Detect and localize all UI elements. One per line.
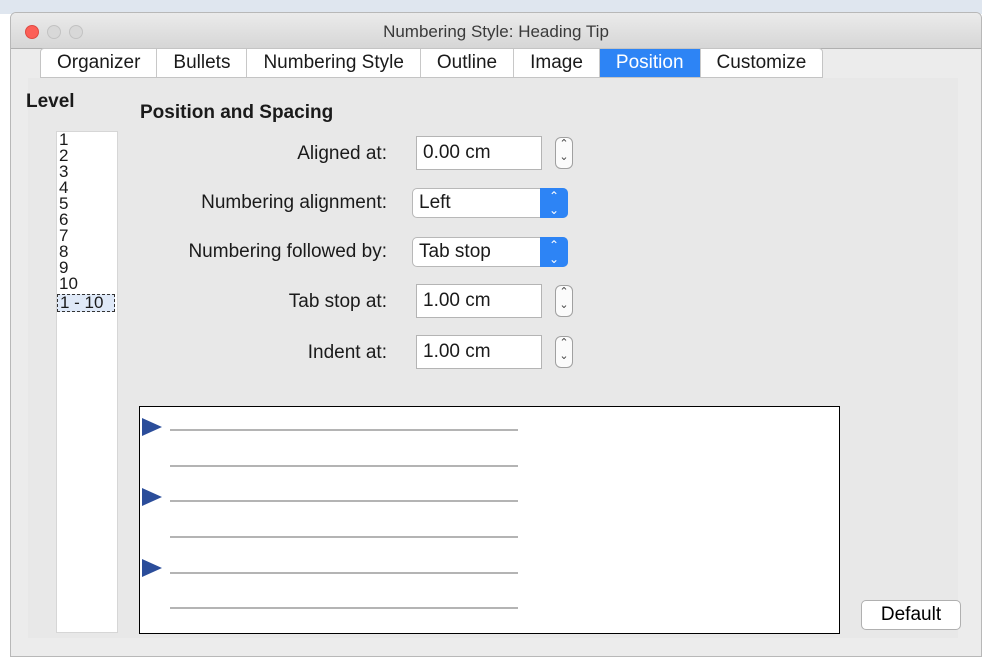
indent-at-stepper[interactable]: ⌃ ⌄ (555, 336, 573, 368)
numbering-alignment-select[interactable]: Left ⌃ ⌄ (412, 188, 568, 218)
level-item-10[interactable]: 10 (57, 275, 117, 292)
tab-bullets[interactable]: Bullets (157, 49, 248, 77)
window-title: Numbering Style: Heading Tip (383, 22, 609, 41)
section-title: Position and Spacing (140, 102, 334, 123)
tab-stop-at-label: Tab stop at: (288, 291, 387, 312)
aligned-at-label: Aligned at: (297, 143, 387, 164)
preview-line (170, 607, 518, 609)
chevron-updown-icon: ⌃ ⌄ (540, 237, 568, 267)
level-item-all[interactable]: 1 - 10 (57, 294, 115, 312)
preview-line (170, 429, 518, 431)
tab-position[interactable]: Position (599, 49, 701, 77)
aligned-at-stepper[interactable]: ⌃ ⌄ (555, 137, 573, 169)
default-button[interactable]: Default (861, 600, 961, 630)
tab-image[interactable]: Image (514, 49, 600, 77)
tab-stop-at-field[interactable]: 1.00 cm (416, 284, 542, 318)
numbering-marker-icon (142, 559, 162, 577)
preview-line (170, 465, 518, 467)
tab-outline[interactable]: Outline (421, 49, 515, 77)
level-list[interactable]: 1 2 3 4 5 6 7 8 9 10 1 - 10 (56, 131, 118, 633)
tab-numbering-style[interactable]: Numbering Style (247, 49, 421, 77)
indent-at-label: Indent at: (307, 342, 387, 363)
numbering-alignment-label: Numbering alignment: (201, 192, 387, 213)
preview-line (170, 500, 518, 502)
indent-at-field[interactable]: 1.00 cm (416, 335, 542, 369)
level-heading: Level (26, 91, 75, 112)
tab-customize[interactable]: Customize (701, 49, 823, 77)
numbering-alignment-value: Left (419, 192, 451, 213)
numbering-followed-by-value: Tab stop (419, 241, 491, 262)
numbering-followed-by-select[interactable]: Tab stop ⌃ ⌄ (412, 237, 568, 267)
title-bar: Numbering Style: Heading Tip (11, 13, 981, 49)
tab-organizer[interactable]: Organizer (41, 49, 158, 77)
tab-stop-at-stepper[interactable]: ⌃ ⌄ (555, 285, 573, 317)
preview-line (170, 572, 518, 574)
chevron-updown-icon: ⌃ ⌄ (540, 188, 568, 218)
preview-area (139, 406, 840, 634)
numbering-marker-icon (142, 418, 162, 436)
numbering-followed-by-label: Numbering followed by: (188, 241, 387, 262)
preview-line (170, 536, 518, 538)
tab-bar: Organizer Bullets Numbering Style Outlin… (40, 48, 824, 78)
aligned-at-field[interactable]: 0.00 cm (416, 136, 542, 170)
numbering-marker-icon (142, 488, 162, 506)
